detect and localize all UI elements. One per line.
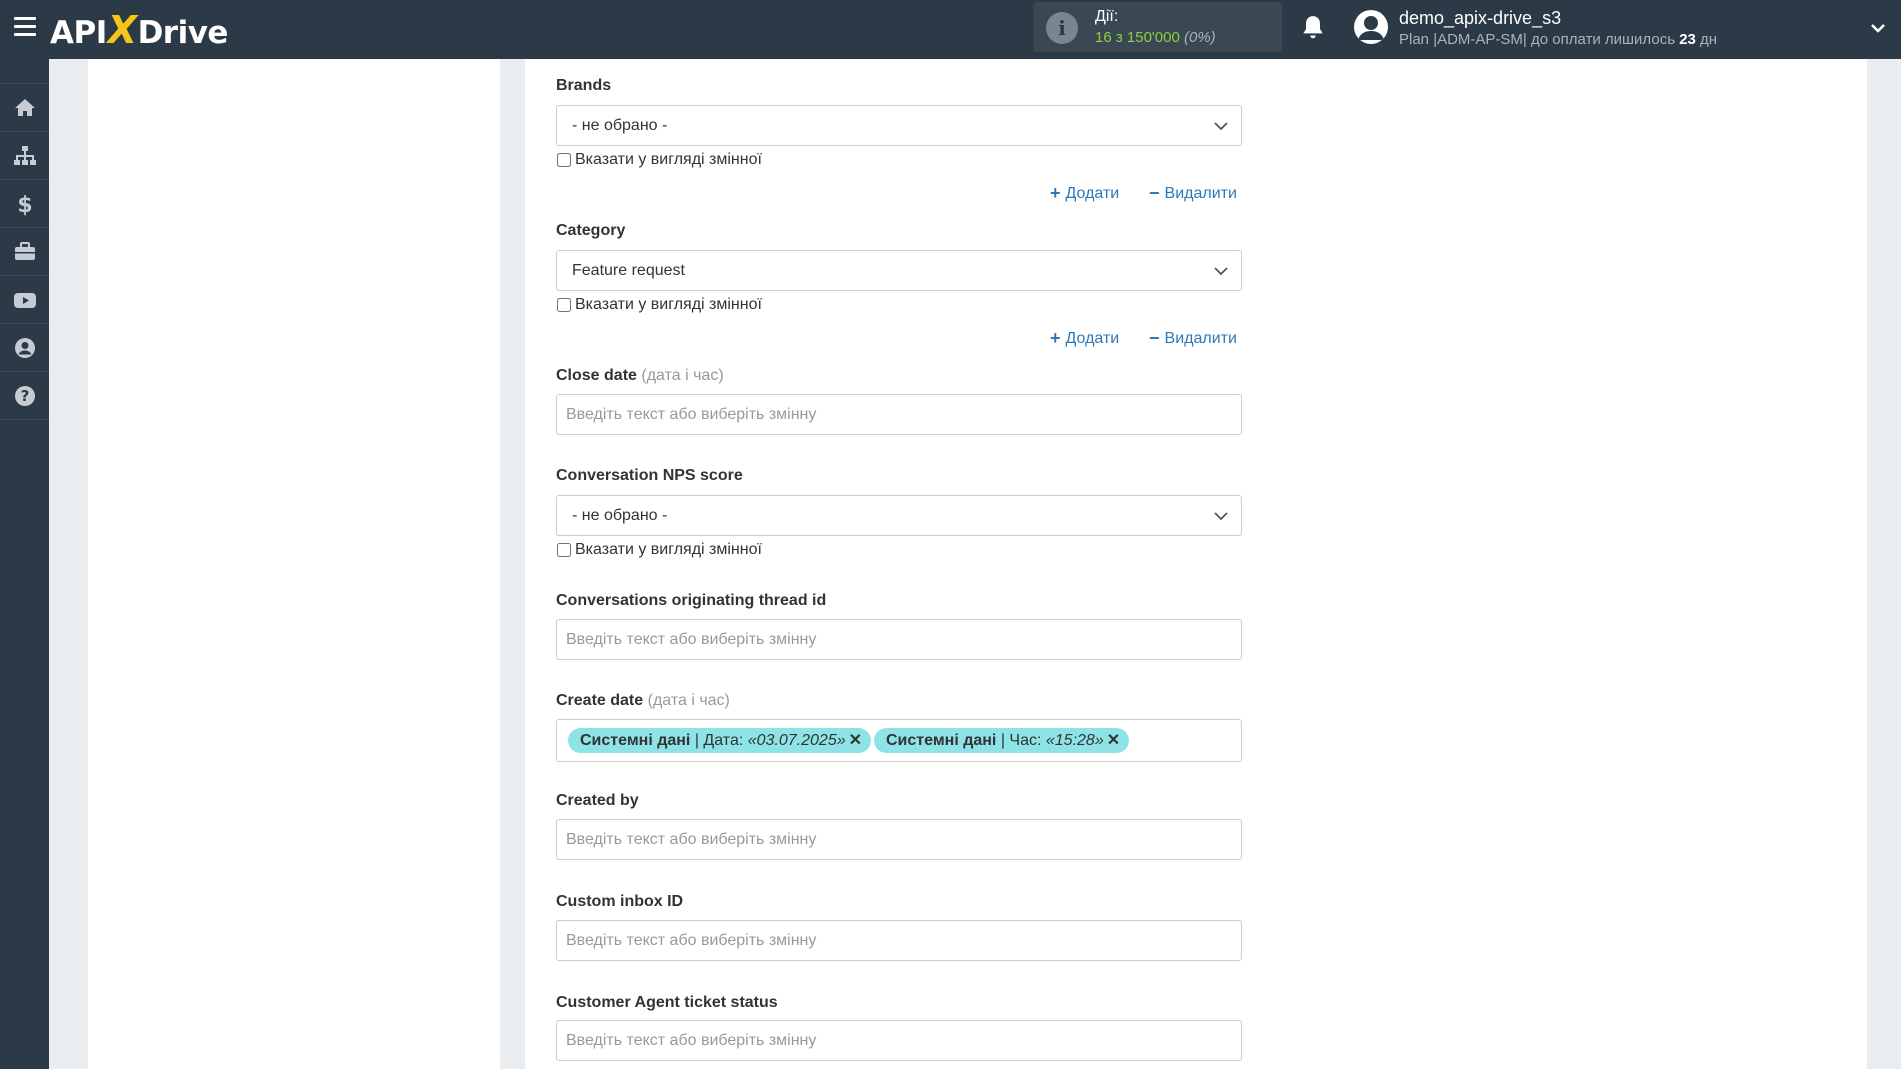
tag-field: | Дата: [690,732,748,749]
custom-inbox-input[interactable] [556,920,1242,961]
svg-text:?: ? [20,387,29,405]
info-icon: i [1046,12,1078,44]
category-select[interactable]: Feature request [556,250,1242,291]
create-date-hint: (дата і час) [647,692,730,709]
brands-variable-checkbox[interactable] [557,153,571,167]
chevron-down-icon [1214,267,1228,276]
created-by-label: Created by [556,792,639,809]
brands-remove-button[interactable]: − Видалити [1149,183,1237,204]
brands-select-value: - не обрано - [572,117,668,134]
thread-id-label: Conversations originating thread id [556,592,827,609]
brands-label: Brands [556,77,612,94]
sidebar-item-account[interactable] [0,324,49,372]
tag-value: «15:28» [1045,732,1104,749]
user-name[interactable]: demo_apix-drive_s3 [1399,8,1561,29]
tag-source: Системні дані [886,732,997,749]
create-date-label-text: Create date [556,692,644,709]
brands-variable-checkbox-row[interactable]: Вказати у вигляді змінної [556,151,762,169]
sidebar-item-help[interactable]: ? [0,372,49,420]
brands-add-label: Додати [1065,184,1120,202]
create-date-tag-input[interactable]: Системні дані | Дата: «03.07.2025» ✕ Сист… [556,719,1242,762]
tag-value: «03.07.2025» [747,732,846,749]
sidebar-item-billing[interactable]: $ [0,180,49,228]
sidebar: $ ? [0,59,49,1069]
category-select-value: Feature request [572,262,685,279]
chevron-down-icon[interactable] [1870,20,1886,36]
close-date-hint: (дата і час) [641,367,724,384]
agent-status-input[interactable] [556,1020,1242,1061]
category-variable-checkbox-label: Вказати у вигляді змінної [575,296,762,313]
main-panel [525,59,1867,1069]
nps-variable-checkbox-row[interactable]: Вказати у вигляді змінної [556,541,762,559]
actions-counter: i Дії: 16 з 150'000 (0%) [1033,2,1282,52]
sidebar-item-connections[interactable] [0,132,49,180]
create-date-label: Create date (дата і час) [556,692,730,710]
menu-icon[interactable] [14,17,36,37]
close-date-label-text: Close date [556,367,637,384]
svg-text:$: $ [17,193,32,216]
sidebar-item-home[interactable] [0,83,49,132]
sidebar-item-projects[interactable] [0,228,49,276]
user-plan: Plan |ADM-AP-SM| до оплати лишилось 23 д… [1399,31,1717,48]
close-date-input[interactable] [556,394,1242,435]
brands-select[interactable]: - не обрано - [556,105,1242,146]
briefcase-icon [14,241,35,260]
bell-icon[interactable] [1300,14,1326,42]
sitemap-icon [13,145,36,165]
plan-suffix: дн [1695,31,1718,48]
actions-percent: (0%) [1184,29,1216,46]
nps-variable-checkbox-label: Вказати у вигляді змінної [575,541,762,558]
plus-icon: + [1050,183,1061,203]
tag-field: | Час: [996,732,1046,749]
sidebar-item-video[interactable] [0,276,49,324]
youtube-icon [13,292,36,308]
actions-count-value: 16 з 150'000 [1095,29,1180,46]
category-variable-checkbox[interactable] [557,298,571,312]
brands-remove-label: Видалити [1164,184,1237,202]
close-date-label: Close date (дата і час) [556,367,724,385]
created-by-input[interactable] [556,819,1242,860]
logo-text-api: API [50,15,107,51]
minus-icon: − [1149,328,1160,348]
logo-text-x: X [107,8,137,52]
chevron-down-icon [1214,512,1228,521]
apix-drive-logo[interactable]: APIXDrive [50,8,228,52]
plus-icon: + [1050,328,1061,348]
agent-status-label: Customer Agent ticket status [556,994,778,1011]
thread-id-input[interactable] [556,619,1242,660]
avatar[interactable] [1354,10,1388,44]
category-remove-label: Видалити [1164,329,1237,347]
category-variable-checkbox-row[interactable]: Вказати у вигляді змінної [556,296,762,314]
left-panel [88,59,500,1069]
nps-select[interactable]: - не обрано - [556,495,1242,536]
home-icon [14,98,35,116]
plan-days: 23 [1679,31,1696,48]
brands-add-button[interactable]: + Додати [1050,183,1119,204]
logo-text-drive: Drive [137,15,229,51]
category-add-label: Додати [1065,329,1120,347]
dollar-icon: $ [17,193,32,216]
top-bar: APIXDrive i Дії: 16 з 150'000 (0%) demo_… [0,0,1901,59]
minus-icon: − [1149,183,1160,203]
variable-tag-time[interactable]: Системні дані | Час: «15:28» ✕ [874,728,1130,753]
brands-variable-checkbox-label: Вказати у вигляді змінної [575,151,762,168]
chevron-down-icon [1214,122,1228,131]
category-remove-button[interactable]: − Видалити [1149,328,1237,349]
plan-prefix: Plan |ADM-AP-SM| до оплати лишилось [1399,31,1680,48]
actions-count: 16 з 150'000 (0%) [1095,29,1216,46]
close-icon[interactable]: ✕ [849,732,862,749]
category-label: Category [556,222,626,239]
question-icon: ? [14,385,35,406]
close-icon[interactable]: ✕ [1107,732,1120,749]
user-circle-icon [14,337,35,358]
variable-tag-date[interactable]: Системні дані | Дата: «03.07.2025» ✕ [568,728,872,753]
nps-select-value: - не обрано - [572,507,668,524]
actions-label: Дії: [1095,8,1119,25]
custom-inbox-label: Custom inbox ID [556,893,684,910]
nps-variable-checkbox[interactable] [557,543,571,557]
tag-source: Системні дані [580,732,691,749]
category-add-button[interactable]: + Додати [1050,328,1119,349]
nps-label: Conversation NPS score [556,467,743,484]
